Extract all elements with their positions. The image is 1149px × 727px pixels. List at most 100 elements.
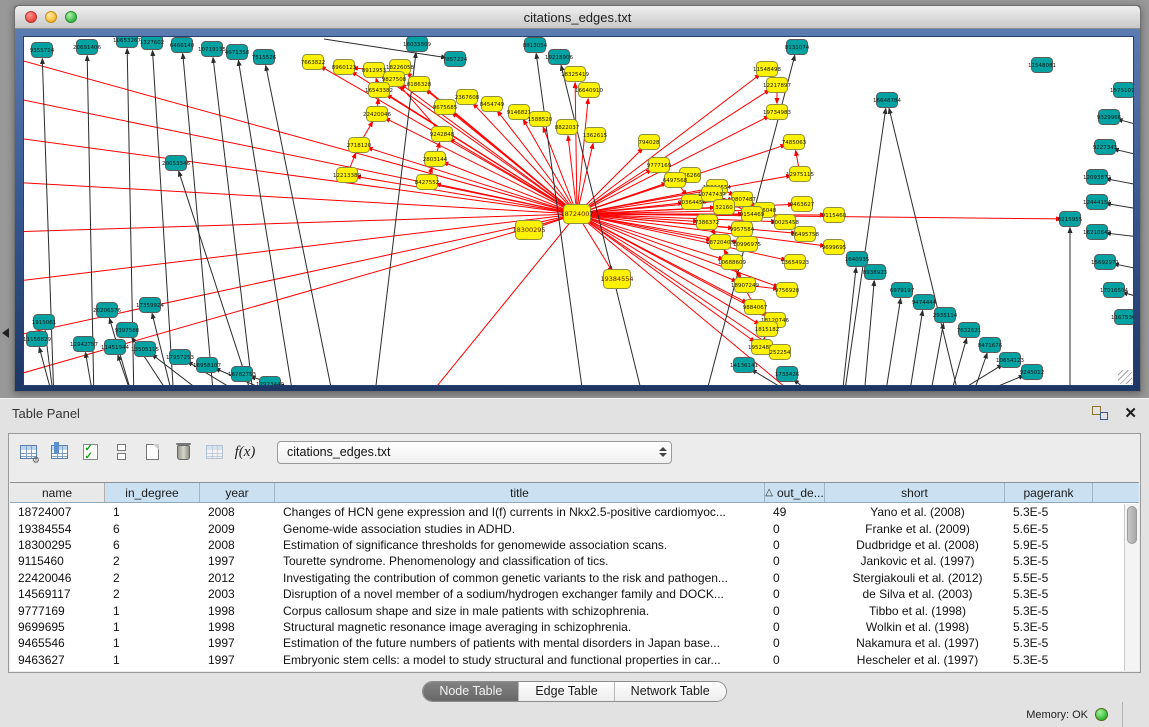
graph-node[interactable]: 12093872 bbox=[1083, 170, 1111, 185]
graph-node[interactable]: 7857224 bbox=[443, 52, 468, 67]
graph-node[interactable]: 16640910 bbox=[575, 83, 603, 98]
graph-node[interactable]: 32160 bbox=[714, 200, 735, 215]
graph-node[interactable]: 8215955 bbox=[1058, 212, 1083, 227]
table-row[interactable]: 946362711997Embryonic stem cells: a mode… bbox=[10, 652, 1124, 668]
graph-node[interactable]: 2367608 bbox=[455, 90, 480, 105]
graph-node[interactable]: 10653267 bbox=[113, 37, 141, 48]
scrollbar-thumb[interactable] bbox=[1127, 506, 1137, 544]
graph-node[interactable]: 17957253 bbox=[166, 350, 194, 365]
graph-node[interactable]: 8822037 bbox=[555, 120, 580, 135]
column-header-pagerank[interactable]: pagerank bbox=[1005, 483, 1093, 502]
graph-node[interactable]: 6466140 bbox=[170, 38, 195, 53]
graph-node[interactable]: 8912953 bbox=[362, 63, 387, 78]
graph-node[interactable]: 16782753 bbox=[228, 367, 256, 382]
graph-node[interactable]: 10719135 bbox=[198, 42, 226, 57]
graph-node[interactable]: 794028 bbox=[639, 135, 660, 150]
graph-node[interactable]: 17359924 bbox=[136, 298, 164, 313]
memory-status-icon[interactable] bbox=[1095, 708, 1108, 721]
graph-node[interactable]: 16958107 bbox=[193, 358, 221, 373]
graph-node[interactable]: 8454749 bbox=[480, 97, 505, 112]
graph-node[interactable]: 9884067 bbox=[743, 300, 768, 315]
table-row[interactable]: 946554611997Estimation of the future num… bbox=[10, 635, 1124, 651]
graph-node[interactable]: 7515526 bbox=[252, 50, 277, 65]
graph-node[interactable]: 12444154 bbox=[1083, 195, 1111, 210]
graph-node[interactable]: 9777169 bbox=[647, 158, 672, 173]
graph-node[interactable]: 20206576 bbox=[93, 303, 121, 318]
graph-node[interactable]: 2803144 bbox=[423, 152, 448, 167]
graph-node[interactable]: 7485063 bbox=[782, 135, 807, 150]
graph-node[interactable]: 16033809 bbox=[403, 37, 431, 52]
graph-node[interactable]: 2935114 bbox=[933, 308, 958, 323]
column-header-year[interactable]: year bbox=[200, 483, 275, 502]
vertical-scrollbar[interactable] bbox=[1124, 504, 1139, 671]
graph-node[interactable]: 8960123 bbox=[332, 60, 357, 75]
graph-node[interactable]: 8471676 bbox=[978, 338, 1003, 353]
delete-button[interactable] bbox=[172, 441, 194, 463]
graph-node[interactable]: 18300295 bbox=[512, 221, 545, 240]
graph-node[interactable]: 19384554 bbox=[600, 270, 633, 289]
window-titlebar[interactable]: citations_edges.txt bbox=[15, 6, 1140, 29]
graph-node[interactable]: 20691406 bbox=[73, 40, 101, 55]
select-column-button[interactable] bbox=[48, 441, 70, 463]
graph-node[interactable]: 9957584 bbox=[730, 222, 755, 237]
graph-node[interactable]: 12975115 bbox=[786, 167, 814, 182]
resize-grip[interactable] bbox=[1118, 370, 1132, 384]
network-graph[interactable]: 1872400718300295193845548960123891295318… bbox=[24, 37, 1134, 386]
graph-node[interactable]: 17016504 bbox=[1100, 283, 1128, 298]
table-row[interactable]: 911546021997Tourette syndrome. Phenomeno… bbox=[10, 553, 1124, 569]
graph-node[interactable]: 11548081 bbox=[1028, 58, 1056, 73]
graph-node[interactable]: 15751074 bbox=[1110, 83, 1134, 98]
graph-node[interactable]: 16648784 bbox=[873, 93, 901, 108]
new-file-button[interactable] bbox=[141, 441, 163, 463]
show-hide-columns-button[interactable]: ✓✓ bbox=[79, 441, 101, 463]
graph-node[interactable]: 9242848 bbox=[430, 127, 455, 142]
graph-node[interactable]: 1733426 bbox=[775, 367, 800, 382]
graph-node[interactable]: 10996975 bbox=[733, 237, 761, 252]
graph-node[interactable]: 1362615 bbox=[583, 128, 608, 143]
graph-node[interactable]: 6497568 bbox=[663, 173, 688, 188]
graph-node[interactable]: 9756928 bbox=[775, 283, 800, 298]
graph-node[interactable]: 1640935 bbox=[845, 252, 870, 267]
graph-node[interactable]: 9474444 bbox=[912, 295, 937, 310]
graph-node[interactable]: 7632621 bbox=[957, 323, 982, 338]
graph-node[interactable]: 9699695 bbox=[822, 240, 847, 255]
table-row[interactable]: 969969511998Structural magnetic resonanc… bbox=[10, 619, 1124, 635]
function-builder-button[interactable]: f(x) bbox=[234, 441, 256, 463]
graph-node[interactable]: 13654923 bbox=[781, 255, 809, 270]
graph-node[interactable]: 13505115 bbox=[131, 342, 159, 357]
graph-node[interactable]: 14136141 bbox=[730, 358, 758, 373]
graph-node[interactable]: 10654123 bbox=[996, 353, 1024, 368]
graph-node[interactable]: 7663822 bbox=[301, 55, 326, 70]
column-header-short[interactable]: short bbox=[825, 483, 1005, 502]
row-options-button[interactable] bbox=[110, 441, 132, 463]
graph-node[interactable]: 16543382 bbox=[365, 83, 393, 98]
graph-node[interactable]: 11675308 bbox=[1111, 310, 1134, 325]
column-header-name[interactable]: name bbox=[10, 483, 105, 502]
table-selector-dropdown[interactable]: citations_edges.txt bbox=[277, 441, 672, 464]
tab-node-table[interactable]: Node Table bbox=[423, 682, 519, 701]
graph-node[interactable]: 1915061 bbox=[32, 315, 57, 330]
graph-node[interactable]: 1815182 bbox=[755, 322, 780, 337]
graph-node[interactable]: 18325419 bbox=[561, 67, 589, 82]
graph-node[interactable]: 8186328 bbox=[407, 77, 432, 92]
graph-node[interactable]: 20053346 bbox=[162, 156, 190, 171]
graph-node[interactable]: 8427552 bbox=[415, 175, 440, 190]
graph-node[interactable]: 18720407 bbox=[706, 235, 734, 250]
column-header-out-de-[interactable]: △out_de... bbox=[765, 483, 825, 502]
graph-node[interactable]: 11156829 bbox=[24, 332, 51, 347]
graph-node[interactable]: 18907249 bbox=[731, 278, 759, 293]
delete-table-button[interactable] bbox=[203, 441, 225, 463]
graph-node[interactable]: 252254 bbox=[770, 345, 791, 360]
graph-node[interactable]: 19734983 bbox=[763, 105, 791, 120]
graph-node[interactable]: 16210643 bbox=[1083, 225, 1111, 240]
graph-node[interactable]: 1588520 bbox=[528, 112, 553, 127]
graph-node[interactable]: 9227343 bbox=[1093, 140, 1118, 155]
graph-node[interactable]: 16495758 bbox=[791, 227, 819, 242]
network-canvas[interactable]: 1872400718300295193845548960123891295318… bbox=[23, 36, 1134, 386]
graph-node[interactable]: 1327602 bbox=[140, 37, 165, 50]
table-row[interactable]: 1830029562008Estimation of significance … bbox=[10, 537, 1124, 553]
graph-node[interactable]: 4671358 bbox=[225, 45, 250, 60]
graph-node[interactable]: 10688609 bbox=[718, 255, 746, 270]
column-header-title[interactable]: title bbox=[275, 483, 765, 502]
tab-edge-table[interactable]: Edge Table bbox=[519, 682, 614, 701]
